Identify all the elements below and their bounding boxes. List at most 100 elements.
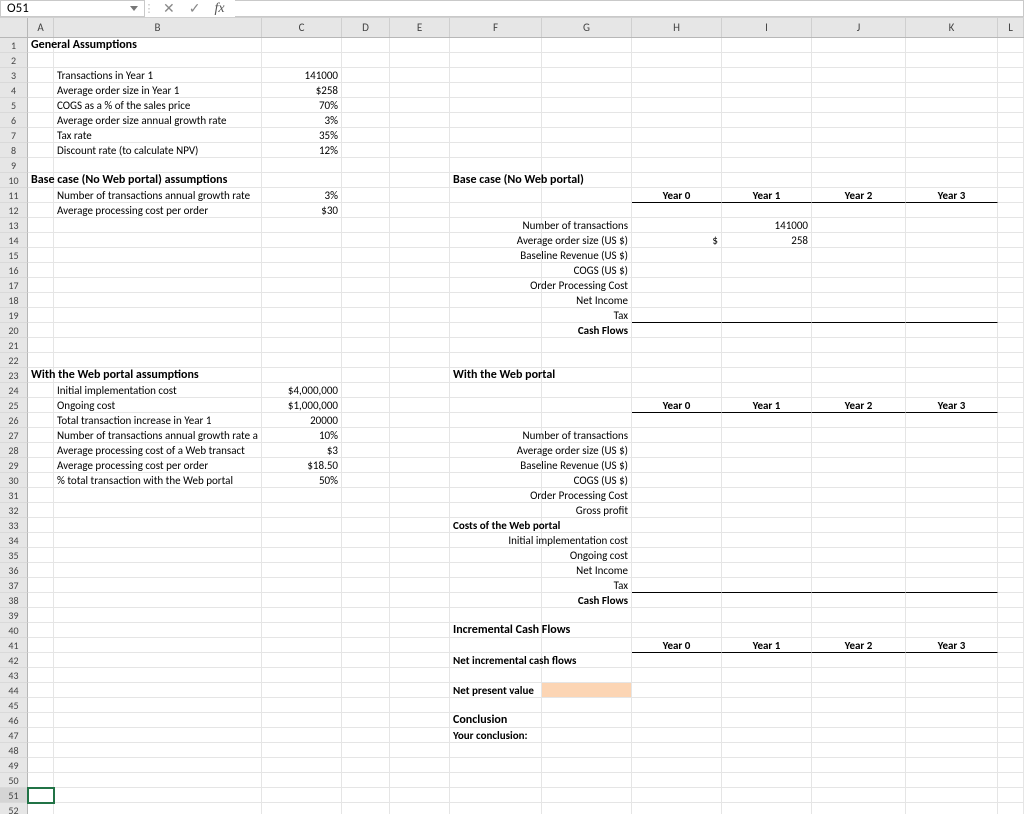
cell-D11[interactable] xyxy=(342,188,390,203)
cell-A46[interactable] xyxy=(28,713,54,728)
cell-C25[interactable]: $1,000,000 xyxy=(262,398,342,413)
cell-D19[interactable] xyxy=(342,308,390,323)
cell-E26[interactable] xyxy=(390,413,450,428)
cell-A11[interactable] xyxy=(28,188,54,203)
cell-F43[interactable] xyxy=(450,668,542,683)
cell-G2[interactable] xyxy=(542,53,632,68)
column-header-L[interactable]: L xyxy=(998,18,1024,37)
cell-K37[interactable] xyxy=(906,578,998,593)
cell-K26[interactable] xyxy=(906,413,998,428)
cell-F32[interactable] xyxy=(450,503,542,518)
cell-G8[interactable] xyxy=(542,143,632,158)
cell-E14[interactable] xyxy=(390,233,450,248)
cell-I12[interactable] xyxy=(722,203,812,218)
cell-H22[interactable] xyxy=(632,353,722,368)
cell-D10[interactable] xyxy=(342,173,390,188)
cell-L17[interactable] xyxy=(998,278,1024,293)
row-header-35[interactable]: 35 xyxy=(0,548,28,563)
cell-G1[interactable] xyxy=(542,38,632,53)
row-header-46[interactable]: 46 xyxy=(0,713,28,728)
cell-G52[interactable] xyxy=(542,803,632,814)
cell-C38[interactable] xyxy=(262,593,342,608)
cell-E45[interactable] xyxy=(390,698,450,713)
cell-E15[interactable] xyxy=(390,248,450,263)
row-header-11[interactable]: 11 xyxy=(0,188,28,203)
cell-B3[interactable]: Transactions in Year 1 xyxy=(54,68,262,83)
cell-F47[interactable]: Your conclusion: xyxy=(450,728,542,743)
cell-J35[interactable] xyxy=(812,548,906,563)
cell-D46[interactable] xyxy=(342,713,390,728)
cell-C6[interactable]: 3% xyxy=(262,113,342,128)
cell-E5[interactable] xyxy=(390,98,450,113)
cell-H25[interactable]: Year 0 xyxy=(632,398,722,413)
cell-A2[interactable] xyxy=(28,53,54,68)
cell-H24[interactable] xyxy=(632,383,722,398)
fx-icon[interactable]: fx xyxy=(214,1,224,17)
cell-A22[interactable] xyxy=(28,353,54,368)
cell-E13[interactable] xyxy=(390,218,450,233)
cell-L30[interactable] xyxy=(998,473,1024,488)
cell-L40[interactable] xyxy=(998,623,1024,638)
cell-I21[interactable] xyxy=(722,338,812,353)
cell-F41[interactable] xyxy=(450,638,542,653)
cell-J13[interactable] xyxy=(812,218,906,233)
cell-K52[interactable] xyxy=(906,803,998,814)
cell-K29[interactable] xyxy=(906,458,998,473)
cell-C39[interactable] xyxy=(262,608,342,623)
cell-F42[interactable]: Net incremental cash flows xyxy=(450,653,542,668)
cell-H46[interactable] xyxy=(632,713,722,728)
cell-C44[interactable] xyxy=(262,683,342,698)
cell-H43[interactable] xyxy=(632,668,722,683)
cell-J12[interactable] xyxy=(812,203,906,218)
cell-B15[interactable] xyxy=(54,248,262,263)
cell-E24[interactable] xyxy=(390,383,450,398)
cell-E11[interactable] xyxy=(390,188,450,203)
cell-L16[interactable] xyxy=(998,263,1024,278)
row-header-19[interactable]: 19 xyxy=(0,308,28,323)
cell-I39[interactable] xyxy=(722,608,812,623)
cell-J37[interactable] xyxy=(812,578,906,593)
cell-A44[interactable] xyxy=(28,683,54,698)
row-header-41[interactable]: 41 xyxy=(0,638,28,653)
cell-H9[interactable] xyxy=(632,158,722,173)
cell-L10[interactable] xyxy=(998,173,1024,188)
cell-H42[interactable] xyxy=(632,653,722,668)
cell-K2[interactable] xyxy=(906,53,998,68)
cell-I30[interactable] xyxy=(722,473,812,488)
cell-B40[interactable] xyxy=(54,623,262,638)
cell-G37[interactable]: Tax xyxy=(542,578,632,593)
grid-rows[interactable]: 1General Assumptions23Transactions in Ye… xyxy=(0,38,1024,814)
cell-I31[interactable] xyxy=(722,488,812,503)
cell-L20[interactable] xyxy=(998,323,1024,338)
cell-B51[interactable] xyxy=(54,788,262,803)
row-header-27[interactable]: 27 xyxy=(0,428,28,443)
cell-A3[interactable] xyxy=(28,68,54,83)
cell-A1[interactable]: General Assumptions xyxy=(28,38,54,53)
cell-K4[interactable] xyxy=(906,83,998,98)
cell-L5[interactable] xyxy=(998,98,1024,113)
cell-B49[interactable] xyxy=(54,758,262,773)
cell-J1[interactable] xyxy=(812,38,906,53)
cell-L31[interactable] xyxy=(998,488,1024,503)
cell-B4[interactable]: Average order size in Year 1 xyxy=(54,83,262,98)
cell-H19[interactable] xyxy=(632,308,722,323)
cell-G31[interactable]: Order Processing Cost xyxy=(542,488,632,503)
cell-J40[interactable] xyxy=(812,623,906,638)
cell-H14[interactable]: $ xyxy=(632,233,722,248)
cell-C31[interactable] xyxy=(262,488,342,503)
cell-H3[interactable] xyxy=(632,68,722,83)
cell-K22[interactable] xyxy=(906,353,998,368)
cell-G38[interactable]: Cash Flows xyxy=(542,593,632,608)
cell-C27[interactable]: 10% xyxy=(262,428,342,443)
cell-I32[interactable] xyxy=(722,503,812,518)
cell-L19[interactable] xyxy=(998,308,1024,323)
cell-J45[interactable] xyxy=(812,698,906,713)
row-header-17[interactable]: 17 xyxy=(0,278,28,293)
cell-K41[interactable]: Year 3 xyxy=(906,638,998,653)
cell-A52[interactable] xyxy=(28,803,54,814)
column-header-J[interactable]: J xyxy=(812,18,906,37)
cell-G32[interactable]: Gross profit xyxy=(542,503,632,518)
cell-L12[interactable] xyxy=(998,203,1024,218)
cell-J25[interactable]: Year 2 xyxy=(812,398,906,413)
cell-B44[interactable] xyxy=(54,683,262,698)
